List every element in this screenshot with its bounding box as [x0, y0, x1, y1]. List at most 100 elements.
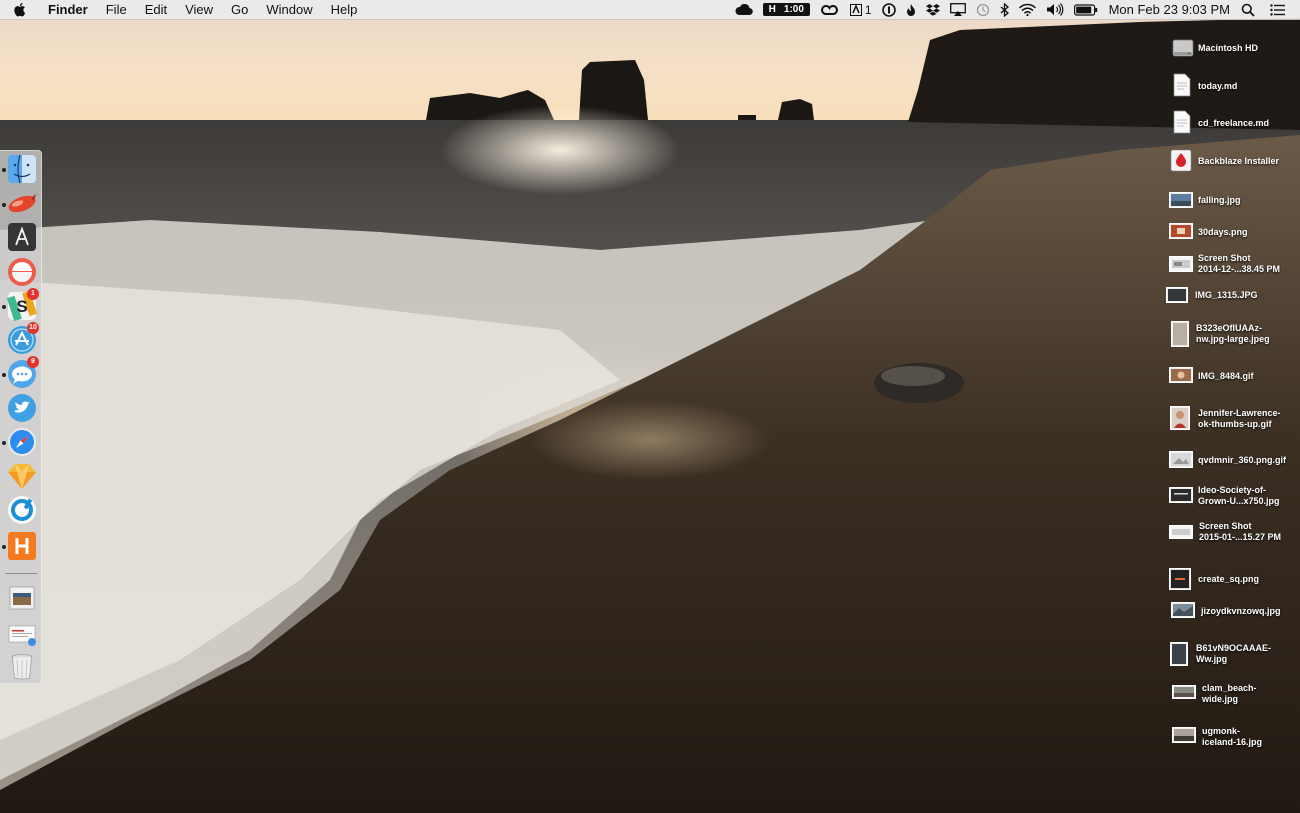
image-thumbnail-icon	[1172, 727, 1196, 743]
desktop-item-label: create_sq.png	[1198, 574, 1260, 584]
slack-badge: 1	[27, 288, 39, 300]
menu-bar-clock[interactable]: Mon Feb 23 9:03 PM	[1109, 2, 1230, 17]
document-icon	[1173, 73, 1191, 97]
running-indicator	[2, 203, 6, 207]
desktop-item-label: clam_beach- wide.jpg	[1202, 683, 1257, 704]
harvest-icon[interactable]	[7, 531, 37, 561]
timer-icon[interactable]: H 1:00	[762, 0, 810, 20]
timer-prefix: H	[768, 4, 776, 15]
desktop-item-falling-jpg[interactable]: falling.jpg	[1166, 188, 1300, 222]
battery-icon[interactable]	[1073, 0, 1098, 20]
twitter-icon[interactable]	[7, 393, 37, 423]
image-thumbnail-icon	[1171, 321, 1189, 347]
desktop-item-label: Backblaze Installer	[1198, 156, 1280, 166]
menu-finder[interactable]: Finder	[44, 0, 97, 20]
desktop-item-clam-beach-wide[interactable]: clam_beach- wide.jpg	[1166, 681, 1300, 715]
desktop-item-label: IMG_8484.gif	[1198, 371, 1254, 381]
desktop-item-label: today.md	[1198, 81, 1238, 91]
menu-edit[interactable]: Edit	[136, 0, 176, 20]
installer-icon	[1170, 149, 1192, 172]
menu-bar-status-area: H 1:00 1 Mon Feb 23 9:03 PM	[730, 0, 1300, 20]
desktop-item-label: IMG_1315.JPG	[1195, 290, 1258, 300]
desktop-item-label: Ideo-Society-of- Grown-U...x750.jpg	[1198, 485, 1280, 506]
running-indicator	[2, 441, 6, 445]
desktop-item-today-md[interactable]: today.md	[1166, 73, 1300, 107]
desktop-item-img-8484-gif[interactable]: IMG_8484.gif	[1166, 365, 1300, 399]
desktop-item-label: B323eOflUAAz- nw.jpg-large.jpeg	[1196, 323, 1270, 344]
desktop-item-backblaze-installer[interactable]: Backblaze Installer	[1166, 148, 1300, 182]
airmail-icon[interactable]	[7, 189, 37, 219]
dock: S 1 10 9	[0, 150, 42, 684]
dock-separator	[5, 573, 37, 574]
notification-center-icon[interactable]	[1270, 0, 1285, 20]
documents-stack-icon[interactable]	[7, 619, 37, 649]
time-machine-icon[interactable]	[976, 0, 990, 20]
image-thumbnail-icon	[1171, 602, 1195, 618]
trash-icon[interactable]	[7, 651, 37, 681]
apple-icon[interactable]	[14, 2, 28, 18]
desktop-item-screen-shot-2015[interactable]: Screen Shot 2015-01-...15.27 PM	[1166, 520, 1300, 554]
menu-window[interactable]: Window	[257, 0, 321, 20]
desktop-item-30days-png[interactable]: 30days.png	[1166, 220, 1300, 254]
creative-cloud-icon[interactable]	[820, 0, 840, 20]
running-indicator	[2, 168, 6, 172]
desktop-item-screen-shot-2014[interactable]: Screen Shot 2014-12-...38.45 PM	[1166, 252, 1300, 286]
desktop-item-b61vn9ocaaae[interactable]: B61vN9OCAAAE- Ww.jpg	[1166, 641, 1300, 675]
desktop-item-img-1315-jpg[interactable]: IMG_1315.JPG	[1166, 284, 1300, 318]
image-thumbnail-icon	[1169, 568, 1191, 590]
airplay-icon[interactable]	[949, 0, 966, 20]
desktop-item-jizoydkvnzowq-jpg[interactable]: jizoydkvnzowq.jpg	[1166, 600, 1300, 634]
drive-icon	[1172, 39, 1194, 57]
image-thumbnail-icon	[1169, 192, 1193, 208]
alarm-icon[interactable]	[7, 257, 37, 287]
desktop-item-label: 30days.png	[1198, 227, 1248, 237]
menu-go[interactable]: Go	[222, 0, 257, 20]
one-password-icon[interactable]	[881, 0, 896, 20]
image-thumbnail-icon	[1172, 685, 1196, 699]
spotlight-icon[interactable]	[1241, 0, 1255, 20]
image-thumbnail-icon	[1170, 406, 1190, 430]
notification-count: 1	[864, 2, 872, 17]
dropbox-icon[interactable]	[925, 0, 940, 20]
menu-view[interactable]: View	[176, 0, 222, 20]
wifi-icon[interactable]	[1018, 0, 1036, 20]
image-thumbnail-icon	[1169, 367, 1193, 383]
desktop-item-qvdmnir-360[interactable]: qvdmnir_360.png.gif	[1166, 450, 1300, 484]
desktop-item-label: jizoydkvnzowq.jpg	[1201, 606, 1281, 616]
desktop-item-label: Jennifer-Lawrence- ok-thumbs-up.gif	[1198, 408, 1281, 429]
text-editor-icon[interactable]	[7, 222, 37, 252]
timer-value: 1:00	[783, 4, 804, 15]
menu-help[interactable]: Help	[322, 0, 367, 20]
desktop-item-ugmonk-iceland[interactable]: ugmonk- iceland-16.jpg	[1166, 724, 1300, 758]
menu-file[interactable]: File	[97, 0, 136, 20]
menu-bar: Finder File Edit View Go Window Help H 1…	[0, 0, 1300, 20]
desktop-item-label: qvdmnir_360.png.gif	[1198, 455, 1287, 465]
image-thumbnail-icon	[1169, 256, 1193, 272]
finder-icon[interactable]	[7, 154, 37, 184]
desktop-item-label: Screen Shot 2015-01-...15.27 PM	[1199, 521, 1282, 542]
volume-icon[interactable]	[1046, 0, 1064, 20]
safari-icon[interactable]	[7, 427, 37, 457]
cloud-icon[interactable]	[735, 0, 753, 20]
desktop-item-create-sq-png[interactable]: create_sq.png	[1166, 566, 1300, 600]
downloads-stack-icon[interactable]	[7, 583, 37, 613]
image-thumbnail-icon	[1169, 451, 1193, 468]
menu-bar-left: Finder File Edit View Go Window Help	[0, 0, 366, 20]
image-thumbnail-icon	[1169, 223, 1193, 239]
document-icon	[1173, 110, 1191, 134]
desktop-item-b323eofluaaz[interactable]: B323eOflUAAz- nw.jpg-large.jpeg	[1166, 320, 1300, 354]
flame-icon[interactable]	[906, 0, 916, 20]
desktop-item-label: falling.jpg	[1198, 195, 1241, 205]
desktop-item-ideo-society[interactable]: Ideo-Society-of- Grown-U...x750.jpg	[1166, 484, 1300, 518]
app-store-badge: 10	[27, 322, 39, 334]
desktop-item-jennifer-lawrence-gif[interactable]: Jennifer-Lawrence- ok-thumbs-up.gif	[1166, 405, 1300, 439]
desktop-item-label: ugmonk- iceland-16.jpg	[1202, 726, 1263, 747]
adobe-icon[interactable]: 1	[849, 0, 872, 20]
desktop-item-cd-freelance-md[interactable]: cd_freelance.md	[1166, 110, 1300, 144]
desktop-wallpaper	[0, 0, 1300, 813]
sketch-icon[interactable]	[7, 461, 37, 491]
music-player-icon[interactable]	[7, 495, 37, 525]
image-thumbnail-icon	[1169, 525, 1193, 539]
desktop-item-macintosh-hd[interactable]: Macintosh HD	[1166, 36, 1300, 70]
bluetooth-icon[interactable]	[1000, 0, 1009, 20]
